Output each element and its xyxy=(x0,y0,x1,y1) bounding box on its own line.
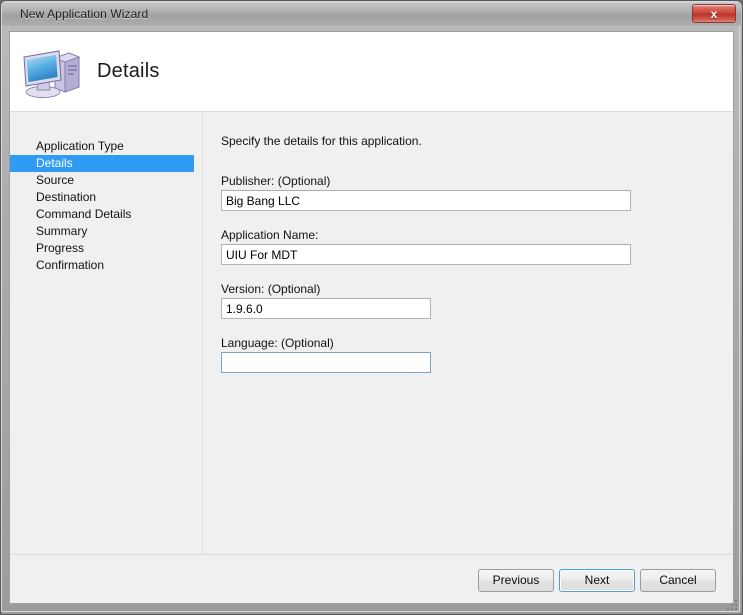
window-title: New Application Wizard xyxy=(20,7,149,21)
application-name-input[interactable] xyxy=(221,244,631,265)
sidebar-item-destination[interactable]: Destination xyxy=(10,189,202,206)
sidebar-item-progress[interactable]: Progress xyxy=(10,240,202,257)
sidebar-item-application-type[interactable]: Application Type xyxy=(10,138,202,155)
wizard-step-list: Application Type Details Source Destinat… xyxy=(10,112,203,553)
instruction-text: Specify the details for this application… xyxy=(221,134,422,148)
computer-icon xyxy=(21,47,83,101)
nav-list: Application Type Details Source Destinat… xyxy=(10,138,202,274)
sidebar-item-details[interactable]: Details xyxy=(10,155,194,172)
screen: New Application Wizard x Details Applica… xyxy=(0,0,743,615)
cancel-button[interactable]: Cancel xyxy=(640,569,716,592)
sidebar-item-summary[interactable]: Summary xyxy=(10,223,202,240)
resize-grip[interactable] xyxy=(725,598,739,612)
sidebar-item-source[interactable]: Source xyxy=(10,172,202,189)
wizard-banner: Details xyxy=(10,32,733,112)
previous-button[interactable]: Previous xyxy=(478,569,554,592)
version-label: Version: (Optional) xyxy=(221,282,321,296)
language-input[interactable] xyxy=(221,352,431,373)
close-icon: x xyxy=(710,7,718,21)
close-button[interactable]: x xyxy=(692,4,736,23)
title-bar[interactable]: New Application Wizard x xyxy=(2,2,741,26)
sidebar-item-command-details[interactable]: Command Details xyxy=(10,206,202,223)
publisher-input[interactable] xyxy=(221,190,631,211)
application-name-label: Application Name: xyxy=(221,228,319,242)
page-title: Details xyxy=(97,60,160,82)
language-label: Language: (Optional) xyxy=(221,336,334,350)
wizard-footer: Previous Next Cancel xyxy=(10,555,733,603)
next-button[interactable]: Next xyxy=(559,569,635,592)
wizard-content-pane: Specify the details for this application… xyxy=(203,112,733,553)
version-input[interactable] xyxy=(221,298,431,319)
publisher-label: Publisher: (Optional) xyxy=(221,174,331,188)
sidebar-item-confirmation[interactable]: Confirmation xyxy=(10,257,202,274)
dialog-client-area: Details Application Type Details Source … xyxy=(9,31,734,604)
